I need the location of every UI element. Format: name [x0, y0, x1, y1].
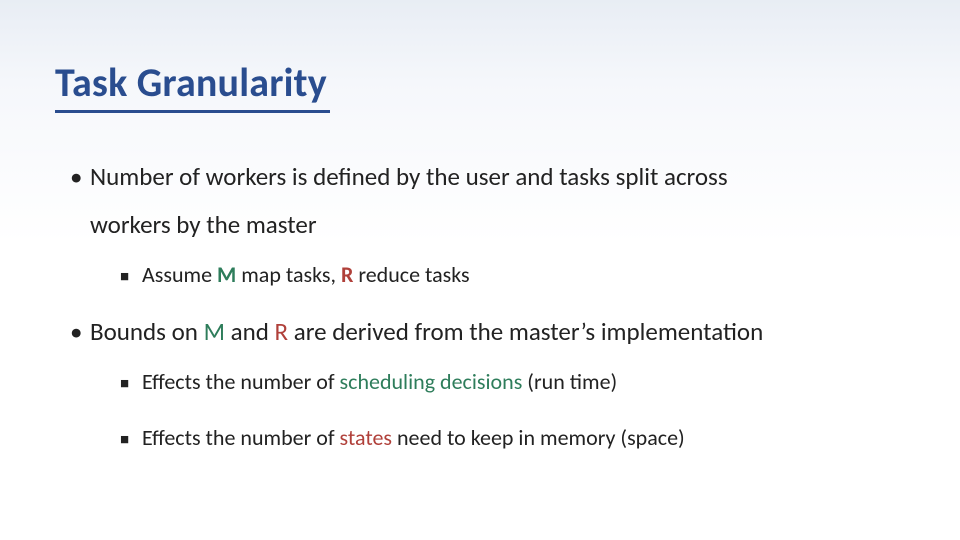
- square-bullet-icon: ■: [120, 374, 142, 394]
- text: and: [225, 316, 275, 347]
- slide-title: Task Granularity: [55, 58, 327, 107]
- title-underline: [55, 110, 330, 113]
- bullet-dot-icon: •: [70, 160, 90, 194]
- bullet-1-sub-1: ■Assume M map tasks, R reduce tasks: [90, 260, 900, 290]
- bullet-1-text-line1: Number of workers is defined by the user…: [90, 161, 728, 192]
- bullet-2: •Bounds on M and R are derived from the …: [70, 315, 900, 452]
- text: Effects the number of: [142, 424, 340, 451]
- text: (run time): [522, 368, 617, 395]
- bullet-2-sub-2: ■Effects the number of states need to ke…: [90, 423, 900, 453]
- states: states: [340, 424, 392, 451]
- square-bullet-icon: ■: [120, 267, 142, 287]
- r-var: R: [275, 316, 289, 347]
- text: reduce tasks: [353, 261, 469, 288]
- text: Assume: [142, 261, 217, 288]
- bullet-dot-icon: •: [70, 315, 90, 349]
- bullet-1: •Number of workers is defined by the use…: [70, 160, 900, 289]
- slide: Task Granularity •Number of workers is d…: [0, 0, 960, 540]
- text: need to keep in memory (space): [392, 424, 685, 451]
- text: Effects the number of: [142, 368, 340, 395]
- scheduling-decisions: scheduling decisions: [340, 368, 523, 395]
- text: map tasks,: [236, 261, 341, 288]
- slide-body: •Number of workers is defined by the use…: [70, 160, 900, 478]
- square-bullet-icon: ■: [120, 430, 142, 450]
- m-var: M: [204, 316, 225, 347]
- m-var: M: [217, 261, 236, 288]
- text: Bounds on: [90, 316, 204, 347]
- text: are derived from the master’s implementa…: [288, 316, 763, 347]
- bullet-2-sub-1: ■Effects the number of scheduling decisi…: [90, 367, 900, 397]
- r-var: R: [341, 261, 353, 288]
- bullet-1-text-line2: workers by the master: [90, 208, 317, 242]
